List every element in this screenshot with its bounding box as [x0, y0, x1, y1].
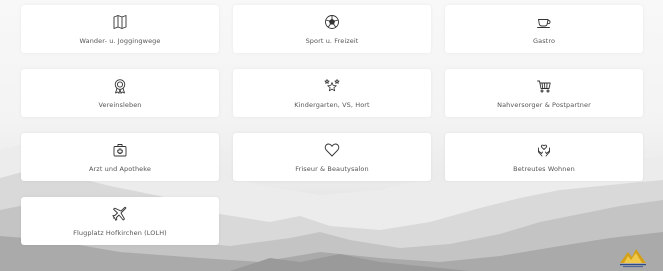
tile-label: Kindergarten, VS, Hort: [294, 101, 370, 109]
tile-label: Wander- u. Joggingwege: [79, 37, 161, 45]
tile-kindergarten[interactable]: Kindergarten, VS, Hort: [233, 69, 431, 117]
first-aid-kit-icon: [112, 142, 128, 158]
airplane-icon: [112, 206, 128, 222]
tile-sport-freizeit[interactable]: Sport u. Freizeit: [233, 5, 431, 53]
tile-label: Betreutes Wohnen: [513, 165, 575, 173]
tile-label: Nahversorger & Postpartner: [497, 101, 591, 109]
tile-wander-joggingwege[interactable]: Wander- u. Joggingwege: [21, 5, 219, 53]
tile-nahversorger[interactable]: Nahversorger & Postpartner: [445, 69, 643, 117]
tile-label: Gastro: [532, 37, 556, 45]
tile-label: Sport u. Freizeit: [305, 37, 359, 45]
tile-vereinsleben[interactable]: Vereinsleben: [21, 69, 219, 117]
tile-friseur-beautysalon[interactable]: Friseur & Beautysalon: [233, 133, 431, 181]
tile-label: Friseur & Beautysalon: [295, 165, 369, 173]
tile-flugplatz[interactable]: Flugplatz Hofkirchen (LOLH): [21, 197, 219, 245]
tile-label: Arzt und Apotheke: [88, 165, 152, 173]
shopping-cart-icon: [536, 78, 552, 94]
soccer-ball-icon: [324, 14, 340, 30]
care-hands-icon: [536, 142, 552, 158]
municipality-logo: [620, 249, 646, 268]
heart-icon: [324, 142, 340, 158]
stars-icon: [324, 78, 340, 94]
tile-label: Flugplatz Hofkirchen (LOLH): [73, 229, 167, 237]
page-background: Wander- u. Joggingwege Sport u. Freizeit…: [0, 0, 663, 271]
tile-arzt-apotheke[interactable]: Arzt und Apotheke: [21, 133, 219, 181]
tile-gastro[interactable]: Gastro: [445, 5, 643, 53]
map-icon: [112, 14, 128, 30]
tile-betreutes-wohnen[interactable]: Betreutes Wohnen: [445, 133, 643, 181]
award-badge-icon: [112, 78, 128, 94]
coffee-cup-icon: [536, 14, 552, 30]
tile-label: Vereinsleben: [98, 101, 142, 109]
